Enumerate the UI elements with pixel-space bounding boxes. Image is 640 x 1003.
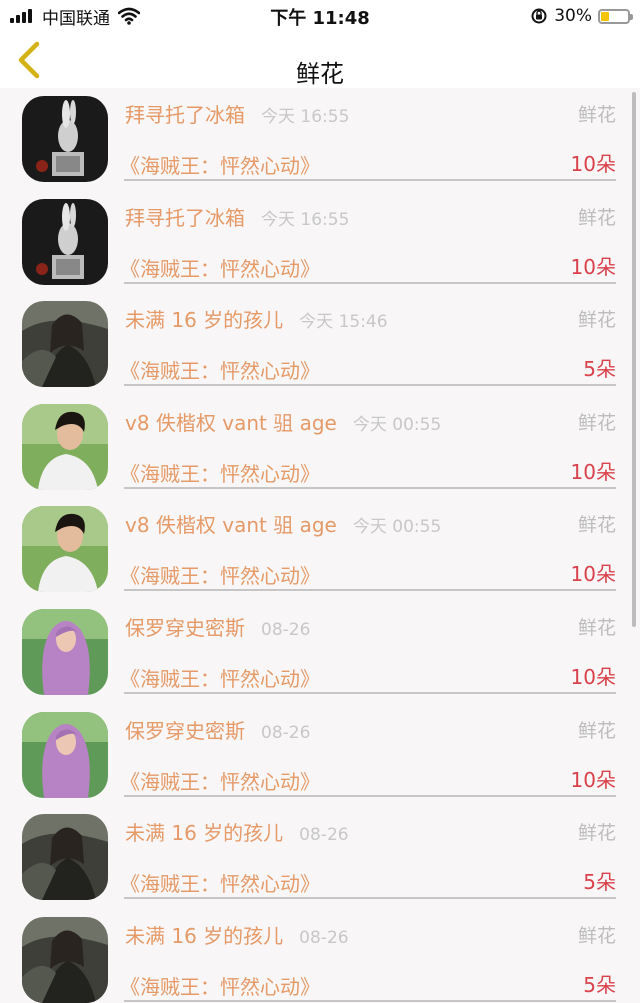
orientation-lock-icon <box>531 8 547 24</box>
gift-row[interactable]: 保罗穿史密斯 08-26 鲜花《海贼王：怦然心动》 10朵 <box>0 704 640 806</box>
book-title[interactable]: 《海贼王：怦然心动》 <box>120 766 320 795</box>
gift-type-label: 鲜花 <box>577 822 616 845</box>
gift-time: 今天 00:55 <box>352 414 442 435</box>
row-divider <box>124 179 616 181</box>
gift-amount: 10朵 <box>570 562 616 587</box>
battery-icon <box>598 8 633 24</box>
sender-line: v8 佚楷权 vant 驵 age 今天 00:55 <box>125 509 441 538</box>
sender-name[interactable]: 未满 16 岁的孩儿 <box>125 821 283 845</box>
nav-bar: 鲜花 <box>0 32 640 88</box>
battery-fill <box>601 11 609 21</box>
sender-name[interactable]: 拜寻托了冰箱 <box>125 103 245 127</box>
gift-row[interactable]: v8 佚楷权 vant 驵 age 今天 00:55 鲜花《海贼王：怦然心动》 10朵 <box>0 396 640 498</box>
gift-time: 08-26 <box>299 825 349 846</box>
gift-time: 08-26 <box>261 620 311 640</box>
book-title[interactable]: 《海贼王：怦然心动》 <box>120 971 320 1000</box>
avatar[interactable] <box>22 96 108 182</box>
row-divider <box>124 486 616 489</box>
gift-amount: 5朵 <box>583 972 616 997</box>
avatar[interactable] <box>22 916 108 1003</box>
gift-row[interactable]: 保罗穿史密斯 08-26 鲜花《海贼王：怦然心动》 10朵 <box>0 601 640 703</box>
sender-name[interactable]: v8 佚楷权 vant 驵 age <box>125 411 337 435</box>
gift-amount: 5朵 <box>583 870 616 895</box>
battery-percent: 30% <box>554 6 592 26</box>
sender-line: 拜寻托了冰箱 今天 16:55 <box>125 99 349 128</box>
gift-amount: 10朵 <box>570 767 616 792</box>
avatar[interactable] <box>22 198 108 285</box>
sender-line: v8 佚楷权 vant 驵 age 今天 00:55 <box>125 407 441 436</box>
gift-row[interactable]: 拜寻托了冰箱 今天 16:55 鲜花《海贼王：怦然心动》 10朵 <box>0 88 640 190</box>
gift-type-label: 鲜花 <box>577 309 616 332</box>
row-divider <box>124 384 616 387</box>
gift-time: 今天 00:55 <box>352 517 442 538</box>
sender-name[interactable]: 未满 16 岁的孩儿 <box>125 924 283 948</box>
avatar[interactable] <box>22 609 108 695</box>
book-title[interactable]: 《海贼王：怦然心动》 <box>120 663 320 692</box>
gift-time: 08-26 <box>261 722 311 743</box>
gift-type-label: 鲜花 <box>577 206 616 229</box>
sender-name[interactable]: 保罗穿史密斯 <box>125 719 245 743</box>
gift-row[interactable]: 未满 16 岁的孩儿 08-26 鲜花《海贼王：怦然心动》 5朵 <box>0 909 640 1003</box>
avatar[interactable] <box>22 814 108 901</box>
sender-line: 保罗穿史密斯 08-26 <box>125 612 310 641</box>
sender-name[interactable]: 保罗穿史密斯 <box>125 616 245 640</box>
row-divider <box>124 897 616 900</box>
gift-row[interactable]: 拜寻托了冰箱 今天 16:55 鲜花《海贼王：怦然心动》 10朵 <box>0 191 640 293</box>
gift-amount: 5朵 <box>583 357 616 382</box>
status-bar: 中国联通 下午 11:48 30% <box>0 0 640 32</box>
gift-type-label: 鲜花 <box>577 411 616 434</box>
gift-amount: 10朵 <box>570 665 616 689</box>
book-title[interactable]: 《海贼王：怦然心动》 <box>120 868 320 897</box>
gift-time: 08-26 <box>299 927 349 948</box>
sender-line: 保罗穿史密斯 08-26 <box>125 715 310 744</box>
sender-name[interactable]: 未满 16 岁的孩儿 <box>125 308 283 332</box>
row-divider <box>124 281 616 284</box>
sender-name[interactable]: 拜寻托了冰箱 <box>125 206 245 230</box>
gift-time: 今天 15:46 <box>299 312 388 333</box>
sender-line: 拜寻托了冰箱 今天 16:55 <box>125 202 349 231</box>
book-title[interactable]: 《海贼王：怦然心动》 <box>120 253 320 282</box>
book-title[interactable]: 《海贼王：怦然心动》 <box>120 458 320 487</box>
gift-type-label: 鲜花 <box>577 719 616 742</box>
row-divider <box>124 794 616 797</box>
sender-name[interactable]: v8 佚楷权 vant 驵 age <box>125 513 337 537</box>
avatar[interactable] <box>22 301 108 388</box>
gift-type-label: 鲜花 <box>577 514 616 537</box>
status-right: 30% <box>530 4 633 28</box>
avatar[interactable] <box>22 403 108 490</box>
row-divider <box>124 692 616 694</box>
row-divider <box>124 999 616 1002</box>
book-title[interactable]: 《海贼王：怦然心动》 <box>120 560 320 589</box>
book-title[interactable]: 《海贼王：怦然心动》 <box>120 150 320 179</box>
gift-amount: 10朵 <box>570 254 616 279</box>
gift-time: 今天 16:55 <box>261 209 350 230</box>
avatar[interactable] <box>22 506 108 593</box>
gift-time: 今天 16:55 <box>261 107 350 127</box>
gift-type-label: 鲜花 <box>577 617 616 639</box>
page-title: 鲜花 <box>296 60 344 88</box>
gift-row[interactable]: 未满 16 岁的孩儿 今天 15:46 鲜花《海贼王：怦然心动》 5朵 <box>0 293 640 395</box>
gift-type-label: 鲜花 <box>577 104 616 126</box>
gift-row[interactable]: v8 佚楷权 vant 驵 age 今天 00:55 鲜花《海贼王：怦然心动》 10朵 <box>0 498 640 600</box>
gift-row[interactable]: 未满 16 岁的孩儿 08-26 鲜花《海贼王：怦然心动》 5朵 <box>0 806 640 908</box>
row-divider <box>124 589 616 592</box>
sender-line: 未满 16 岁的孩儿 08-26 <box>125 817 349 846</box>
sender-line: 未满 16 岁的孩儿 今天 15:46 <box>125 304 388 333</box>
gift-amount: 10朵 <box>570 459 616 484</box>
book-title[interactable]: 《海贼王：怦然心动》 <box>120 355 320 384</box>
scrollbar[interactable] <box>632 92 636 627</box>
gift-type-label: 鲜花 <box>577 924 616 947</box>
avatar[interactable] <box>22 711 108 798</box>
gift-list[interactable]: 拜寻托了冰箱 今天 16:55 鲜花 《海贼王：怦然心动》 10朵 拜寻托了冰箱 今天 16… <box>0 88 640 1003</box>
gift-amount: 10朵 <box>570 152 616 176</box>
sender-line: 未满 16 岁的孩儿 08-26 <box>125 920 349 949</box>
